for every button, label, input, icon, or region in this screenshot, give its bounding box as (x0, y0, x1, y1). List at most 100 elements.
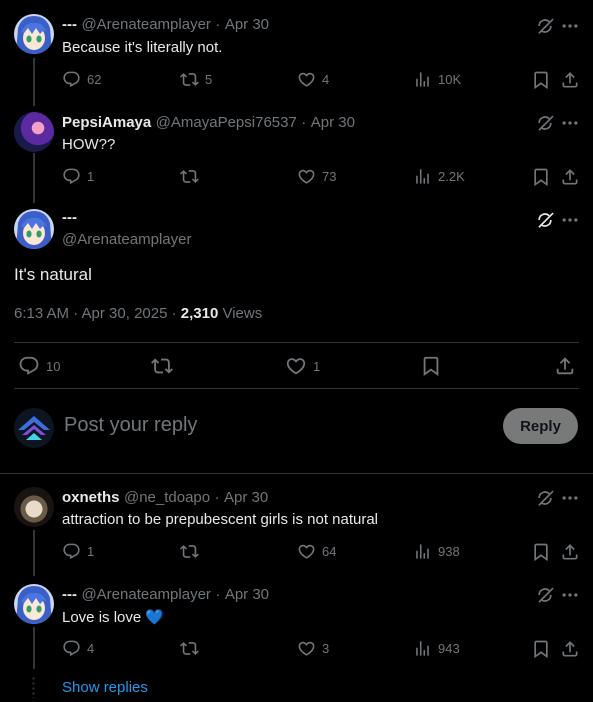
author-handle[interactable]: @AmayaPepsi76537 (156, 114, 297, 131)
like-count: 1 (313, 358, 321, 374)
views-icon (413, 542, 432, 561)
like-button[interactable]: 73 (297, 167, 336, 186)
reply-icon (62, 70, 81, 89)
dot-separator: · (214, 489, 220, 506)
author-name[interactable]: PepsiAmaya (62, 114, 151, 131)
reply-button[interactable]: 1 (62, 167, 94, 186)
like-button[interactable]: 3 (297, 639, 329, 658)
share-icon[interactable] (560, 542, 580, 562)
share-icon[interactable] (560, 70, 580, 90)
thread-line (33, 627, 35, 669)
share-icon[interactable] (554, 355, 576, 377)
repost-button[interactable] (151, 355, 179, 377)
divider (14, 388, 579, 389)
reply-count: 62 (87, 72, 102, 87)
post-text: HOW?? (62, 136, 116, 153)
avatar[interactable] (14, 487, 54, 527)
like-icon (297, 639, 316, 658)
repost-button[interactable]: 5 (180, 70, 212, 89)
author-name[interactable]: oxneths (62, 489, 120, 506)
grok-icon[interactable] (535, 16, 555, 36)
like-button[interactable]: 64 (297, 542, 336, 561)
post-text: attraction to be prepubescent girls is n… (62, 511, 379, 528)
reply-button[interactable]: 10 (18, 355, 60, 377)
reply-button[interactable]: 62 (62, 70, 101, 89)
like-button[interactable]: 1 (285, 355, 320, 377)
post-time[interactable]: Apr 30 (225, 586, 269, 603)
views-button[interactable]: 938 (413, 542, 460, 561)
author-handle[interactable]: @Arenateamplayer (81, 16, 210, 33)
post-timestamp: 6:13 AM · Apr 30, 2025 · 2,310 Views (14, 305, 262, 322)
main-post-text: It's natural (14, 265, 92, 284)
views-button[interactable]: 10K (413, 70, 461, 89)
author-handle[interactable]: @Arenateamplayer (81, 586, 210, 603)
bookmark-icon[interactable] (531, 70, 551, 90)
repost-count: 5 (205, 72, 213, 87)
blue-heart-emoji: 💙 (145, 609, 165, 626)
user-avatar-logo (14, 408, 54, 448)
views-icon (413, 70, 432, 89)
grok-icon[interactable] (535, 585, 555, 605)
post-time[interactable]: Apr 30 (224, 489, 268, 506)
more-icon[interactable] (560, 210, 580, 230)
avatar[interactable] (14, 14, 54, 54)
views-icon (413, 639, 432, 658)
post-time[interactable]: Apr 30 (311, 114, 355, 131)
repost-icon (180, 542, 199, 561)
bookmark-icon[interactable] (531, 542, 551, 562)
like-count: 73 (322, 169, 337, 184)
divider (14, 342, 579, 343)
repost-icon (180, 167, 199, 186)
bookmark-icon[interactable] (420, 355, 442, 377)
share-icon[interactable] (560, 639, 580, 659)
author-name[interactable]: --- (62, 209, 77, 226)
views-button[interactable]: 2.2K (413, 167, 465, 186)
like-button[interactable]: 4 (297, 70, 329, 89)
repost-button[interactable] (180, 167, 205, 186)
like-count: 4 (322, 72, 330, 87)
author-name[interactable]: --- (62, 16, 77, 33)
post-text: Because it's literally not. (62, 39, 223, 56)
views-count: 2.2K (438, 169, 465, 184)
repost-button[interactable] (180, 542, 205, 561)
avatar[interactable] (14, 209, 54, 249)
bookmark-icon[interactable] (531, 639, 551, 659)
grok-icon[interactable] (535, 488, 555, 508)
author-handle[interactable]: @ne_tdoapo (124, 489, 210, 506)
like-icon (285, 355, 307, 377)
like-count: 64 (322, 544, 337, 559)
thread-dots (32, 676, 35, 698)
thread-line (33, 530, 35, 576)
reply-icon (18, 355, 40, 377)
post-time[interactable]: Apr 30 (225, 16, 269, 33)
repost-icon (180, 70, 199, 89)
bookmark-icon[interactable] (531, 167, 551, 187)
timestamp-text[interactable]: 6:13 AM · Apr 30, 2025 · (14, 305, 181, 322)
share-icon[interactable] (560, 167, 580, 187)
views-count: 938 (438, 544, 460, 559)
reply-icon (62, 542, 81, 561)
avatar[interactable] (14, 112, 54, 152)
views-count: 10K (438, 72, 462, 87)
user-avatar[interactable] (14, 408, 54, 448)
grok-icon[interactable] (535, 113, 555, 133)
views-button[interactable]: 943 (413, 639, 460, 658)
repost-button[interactable] (180, 639, 205, 658)
more-icon[interactable] (560, 16, 580, 36)
repost-icon (151, 355, 173, 377)
show-replies-link[interactable]: Show replies (62, 679, 148, 696)
more-icon[interactable] (560, 113, 580, 133)
more-icon[interactable] (560, 488, 580, 508)
author-name[interactable]: --- (62, 586, 77, 603)
reply-submit-button[interactable]: Reply (503, 408, 578, 444)
reply-count: 10 (46, 358, 61, 374)
reply-button[interactable]: 1 (62, 542, 94, 561)
avatar[interactable] (14, 584, 54, 624)
grok-icon[interactable] (535, 210, 555, 230)
views-label: Views (218, 305, 263, 322)
reply-button[interactable]: 4 (62, 639, 94, 658)
reply-icon (62, 639, 81, 658)
more-icon[interactable] (560, 585, 580, 605)
reply-input[interactable]: Post your reply (64, 414, 197, 437)
author-handle[interactable]: @Arenateamplayer (62, 231, 191, 248)
